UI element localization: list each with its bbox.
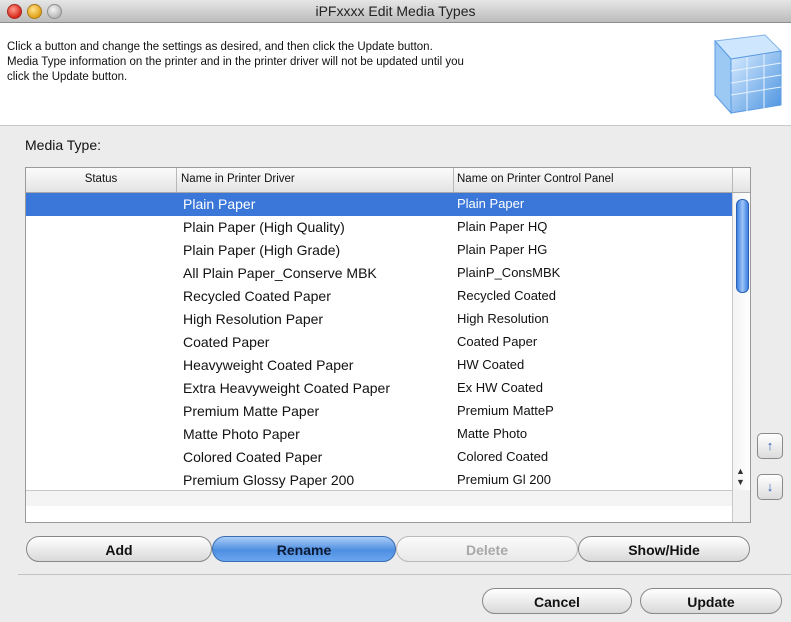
table-row[interactable]: Matte Photo Paper Matte Photo [26,423,732,446]
panel-name-cell: Ex HW Coated [457,380,543,395]
media-type-label: Media Type: [25,137,102,153]
info-line: Click a button and change the settings a… [7,41,433,53]
table-header: Status Name in Printer Driver Name on Pr… [26,168,750,193]
info-panel: Click a button and change the settings a… [0,23,791,126]
column-header-status[interactable]: Status [26,173,176,185]
driver-name-cell: Colored Coated Paper [183,449,323,465]
panel-name-cell: HW Coated [457,357,525,372]
table-row[interactable]: Extra Heavyweight Coated Paper Ex HW Coat… [26,377,732,400]
panel-name-cell: High Resolution [457,311,549,326]
move-down-button[interactable]: ↓ [757,474,783,500]
column-divider [453,168,454,192]
table-body: Plain Paper Plain Paper Plain Paper (High … [26,193,732,492]
panel-name-cell: Matte Photo [457,426,528,441]
panel-name-cell: Recycled Coated [457,288,556,303]
table-row[interactable]: Heavyweight Coated Paper HW Coated [26,354,732,377]
scroll-corner [732,490,750,522]
panel-name-cell: Plain Paper HG [457,242,548,257]
separator [18,574,791,575]
horizontal-scrollbar[interactable] [26,490,732,506]
table-row[interactable]: All Plain Paper_Conserve MBK PlainP_ConsM… [26,262,732,285]
driver-name-cell: Plain Paper (High Quality) [183,219,345,235]
table-row[interactable]: Plain Paper (High Grade) Plain Paper HG [26,239,732,262]
info-text: Click a button and change the settings a… [7,40,667,85]
table-row[interactable]: Plain Paper (High Quality) Plain Paper HQ [26,216,732,239]
move-up-button[interactable]: ↑ [757,433,783,459]
panel-name-cell: Coated Paper [457,334,538,349]
show-hide-button[interactable]: Show/Hide [578,536,750,562]
move-up-icon: ↑ [766,438,774,453]
scroll-down-arrow-icon[interactable]: ▼ [736,477,745,487]
column-header-panel-name[interactable]: Name on Printer Control Panel [457,173,614,185]
driver-name-cell: High Resolution Paper [183,311,324,327]
add-button[interactable]: Add [26,536,212,562]
scroll-thumb[interactable] [736,199,749,293]
info-line: click the Update button. [7,71,128,83]
driver-name-cell: Heavyweight Coated Paper [183,357,354,373]
info-line: Media Type information on the printer an… [7,56,464,68]
panel-name-cell: PlainP_ConsMBK [457,265,561,280]
media-stack-icon [713,34,783,115]
table-row[interactable]: Plain Paper Plain Paper [26,193,732,216]
driver-name-cell: All Plain Paper_Conserve MBK [183,265,377,281]
table-row[interactable]: Recycled Coated Paper Recycled Coated [26,285,732,308]
panel-name-cell: Plain Paper HQ [457,219,548,234]
driver-name-cell: Premium Glossy Paper 200 [183,472,355,488]
scroll-up-arrow-icon[interactable]: ▲ [736,466,745,476]
driver-name-cell: Plain Paper [183,196,256,212]
move-down-icon: ↓ [766,479,774,494]
window-title: iPFxxxx Edit Media Types [315,3,476,19]
rename-button[interactable]: Rename [212,536,396,562]
update-button[interactable]: Update [640,588,782,614]
table-row[interactable]: Coated Paper Coated Paper [26,331,732,354]
table-row[interactable]: High Resolution Paper High Resolution [26,308,732,331]
driver-name-cell: Premium Matte Paper [183,403,320,419]
driver-name-cell: Recycled Coated Paper [183,288,331,304]
driver-name-cell: Matte Photo Paper [183,426,300,442]
driver-name-cell: Extra Heavyweight Coated Paper [183,380,390,396]
panel-name-cell: Premium MatteP [457,403,554,418]
driver-name-cell: Plain Paper (High Grade) [183,242,341,258]
media-type-table[interactable]: Status Name in Printer Driver Name on Pr… [25,167,751,523]
panel-name-cell: Premium Gl 200 [457,472,551,487]
table-row[interactable]: Colored Coated Paper Colored Coated [26,446,732,469]
title-bar: iPFxxxx Edit Media Types [0,0,791,23]
panel-name-cell: Colored Coated [457,449,549,464]
table-row[interactable]: Premium Glossy Paper 200 Premium Gl 200 [26,469,732,492]
column-header-driver-name[interactable]: Name in Printer Driver [181,173,295,185]
column-divider [732,168,733,192]
cancel-button[interactable]: Cancel [482,588,632,614]
panel-name-cell: Plain Paper [457,196,525,211]
table-row[interactable]: Premium Matte Paper Premium MatteP [26,400,732,423]
driver-name-cell: Coated Paper [183,334,270,350]
delete-button[interactable]: Delete [396,536,578,562]
vertical-scrollbar[interactable]: ▲ ▼ [732,193,750,490]
column-divider [176,168,177,192]
